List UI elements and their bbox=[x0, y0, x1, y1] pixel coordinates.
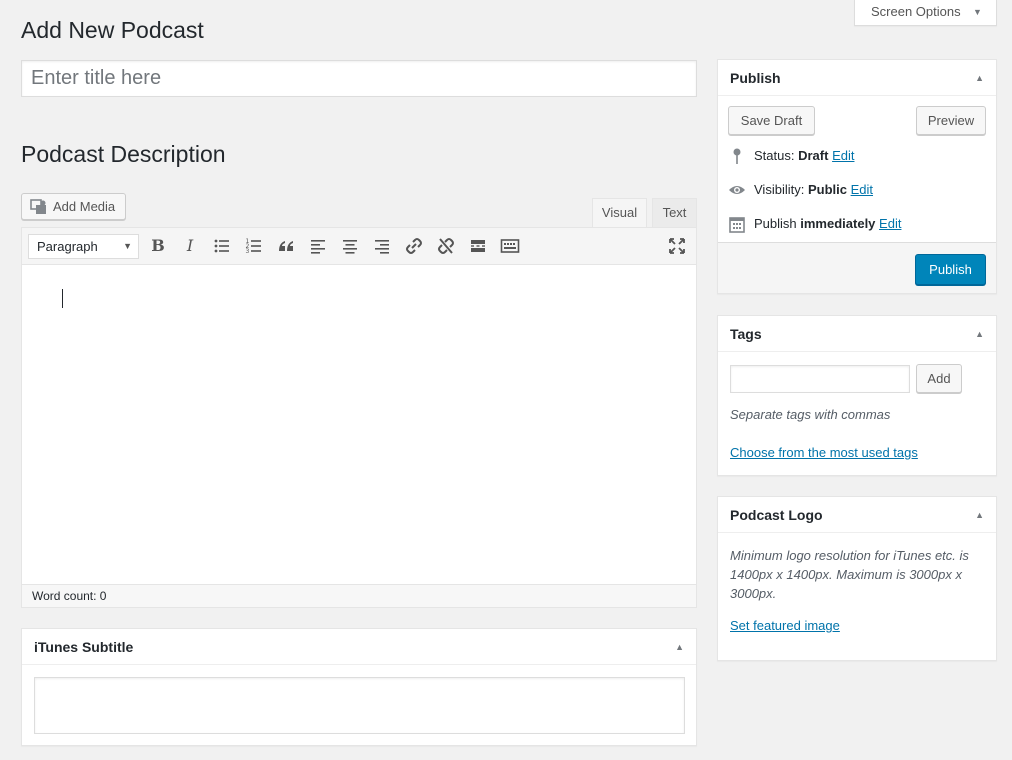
collapse-arrow-icon[interactable]: ▲ bbox=[975, 497, 984, 533]
itunes-subtitle-title: iTunes Subtitle bbox=[34, 639, 134, 655]
tab-visual[interactable]: Visual bbox=[592, 198, 647, 227]
edit-visibility-link[interactable]: Edit bbox=[851, 182, 873, 197]
podcast-logo-hint: Minimum logo resolution for iTunes etc. … bbox=[730, 548, 969, 601]
save-draft-button[interactable]: Save Draft bbox=[728, 106, 815, 135]
publish-box: Publish ▲ Save Draft Preview Status: Dra… bbox=[717, 59, 997, 294]
visibility-value: Public bbox=[807, 182, 847, 197]
preview-button[interactable]: Preview bbox=[916, 106, 986, 135]
pin-icon bbox=[733, 148, 741, 164]
collapse-arrow-icon[interactable]: ▲ bbox=[975, 316, 984, 352]
podcast-logo-box: Podcast Logo ▲ Minimum logo resolution f… bbox=[717, 496, 997, 661]
numbered-list-icon[interactable]: 123 bbox=[244, 236, 264, 256]
svg-text:3: 3 bbox=[246, 248, 250, 255]
schedule-value: immediately bbox=[800, 216, 876, 231]
tags-title: Tags bbox=[730, 326, 762, 342]
itunes-subtitle-box: iTunes Subtitle ▲ bbox=[21, 628, 697, 746]
format-select-value: Paragraph bbox=[37, 239, 98, 254]
post-title-input[interactable]: Enter title here bbox=[21, 60, 697, 97]
text-cursor bbox=[62, 289, 63, 308]
screen-options-button[interactable]: Screen Options ▼ bbox=[854, 0, 997, 26]
most-used-tags-link[interactable]: Choose from the most used tags bbox=[730, 443, 918, 462]
eye-icon bbox=[729, 186, 745, 194]
word-count: Word count: 0 bbox=[22, 584, 696, 607]
podcast-logo-title: Podcast Logo bbox=[730, 507, 823, 523]
schedule-label: Publish bbox=[754, 216, 797, 231]
visibility-row: Visibility: Public Edit bbox=[728, 180, 873, 200]
add-tag-button[interactable]: Add bbox=[916, 364, 962, 393]
toolbar-toggle-icon[interactable] bbox=[500, 236, 520, 256]
caret-down-icon: ▼ bbox=[973, 7, 982, 17]
format-select[interactable]: Paragraph ▼ bbox=[28, 234, 139, 259]
tab-text[interactable]: Text bbox=[652, 198, 697, 227]
italic-icon[interactable]: I bbox=[180, 236, 200, 256]
itunes-subtitle-textarea[interactable] bbox=[34, 677, 685, 734]
collapse-arrow-icon[interactable]: ▲ bbox=[675, 629, 684, 665]
page-title: Add New Podcast bbox=[21, 17, 204, 43]
add-media-button[interactable]: Add Media bbox=[21, 193, 126, 220]
publish-actions: Publish bbox=[718, 242, 996, 293]
publish-button[interactable]: Publish bbox=[915, 254, 986, 285]
itunes-subtitle-header[interactable]: iTunes Subtitle ▲ bbox=[22, 629, 696, 665]
edit-status-link[interactable]: Edit bbox=[832, 148, 854, 163]
remove-link-icon[interactable] bbox=[436, 236, 456, 256]
blockquote-icon[interactable] bbox=[276, 236, 296, 256]
add-media-label: Add Media bbox=[53, 199, 116, 214]
align-left-icon[interactable] bbox=[308, 236, 328, 256]
fullscreen-icon[interactable] bbox=[667, 236, 687, 256]
podcast-logo-header[interactable]: Podcast Logo ▲ bbox=[718, 497, 996, 533]
publish-title: Publish bbox=[730, 70, 781, 86]
tag-input[interactable] bbox=[730, 365, 910, 393]
calendar-icon bbox=[729, 217, 745, 233]
status-value: Draft bbox=[798, 148, 829, 163]
publish-header[interactable]: Publish ▲ bbox=[718, 60, 996, 96]
status-label: Status: bbox=[754, 148, 795, 163]
editor-content-area[interactable] bbox=[22, 265, 696, 585]
tags-hint: Separate tags with commas bbox=[730, 407, 891, 422]
edit-schedule-link[interactable]: Edit bbox=[879, 216, 901, 231]
description-editor: Paragraph ▼ B I 123 Word count: 0 bbox=[21, 227, 697, 608]
description-heading: Podcast Description bbox=[21, 141, 226, 167]
status-row: Status: Draft Edit bbox=[728, 146, 854, 166]
set-featured-image-link[interactable]: Set featured image bbox=[730, 616, 840, 635]
align-right-icon[interactable] bbox=[372, 236, 392, 256]
editor-toolbar: Paragraph ▼ B I 123 bbox=[22, 228, 696, 265]
collapse-arrow-icon[interactable]: ▲ bbox=[975, 60, 984, 96]
schedule-row: Publish immediately Edit bbox=[728, 214, 901, 234]
bold-icon[interactable]: B bbox=[148, 236, 168, 256]
tags-header[interactable]: Tags ▲ bbox=[718, 316, 996, 352]
insert-link-icon[interactable] bbox=[404, 236, 424, 256]
tags-box: Tags ▲ Add Separate tags with commas Cho… bbox=[717, 315, 997, 476]
media-icon bbox=[30, 199, 46, 214]
screen-options-label: Screen Options bbox=[871, 4, 961, 19]
bulleted-list-icon[interactable] bbox=[212, 236, 232, 256]
read-more-icon[interactable] bbox=[468, 236, 488, 256]
visibility-label: Visibility: bbox=[754, 182, 805, 197]
chevron-down-icon: ▼ bbox=[123, 241, 132, 251]
align-center-icon[interactable] bbox=[340, 236, 360, 256]
